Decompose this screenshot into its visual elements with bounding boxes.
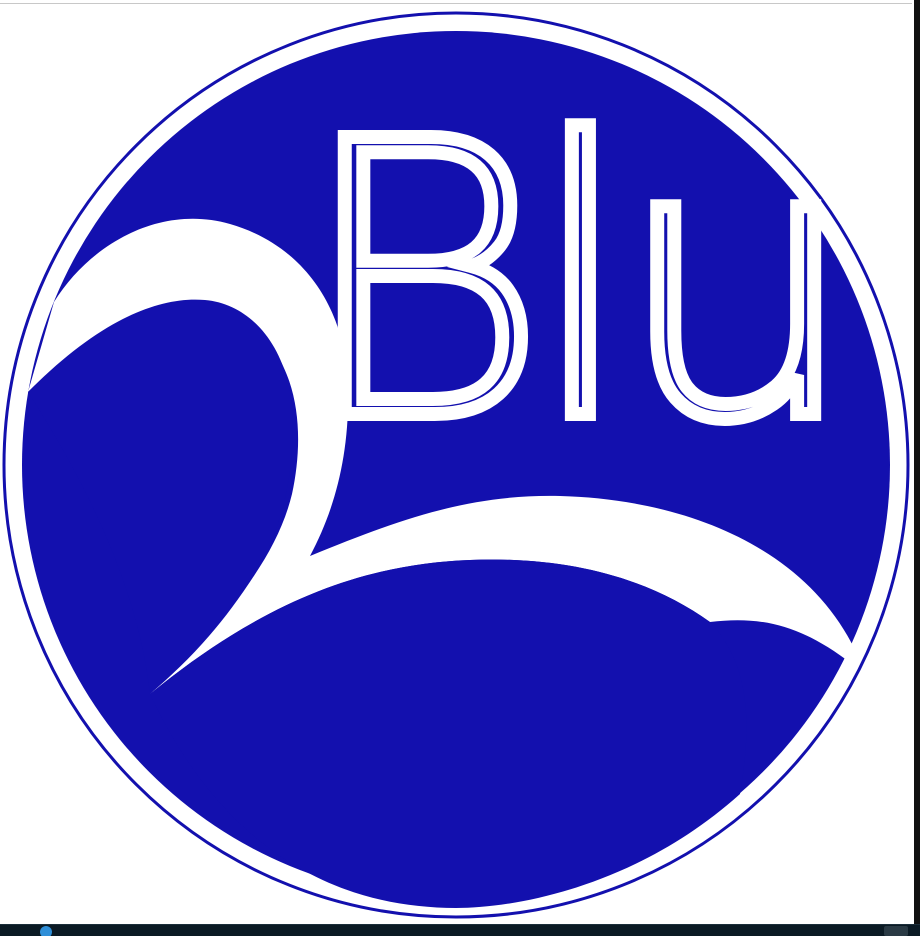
window-right-edge [914,0,920,924]
logo-wordmark: Blu [298,61,839,504]
start-orb-icon[interactable] [40,926,52,936]
blu-logo: Blu [2,11,910,919]
tray-icon[interactable] [884,926,908,936]
taskbar [0,924,920,936]
image-viewer: Blu [0,0,920,936]
image-canvas: Blu [0,4,912,922]
